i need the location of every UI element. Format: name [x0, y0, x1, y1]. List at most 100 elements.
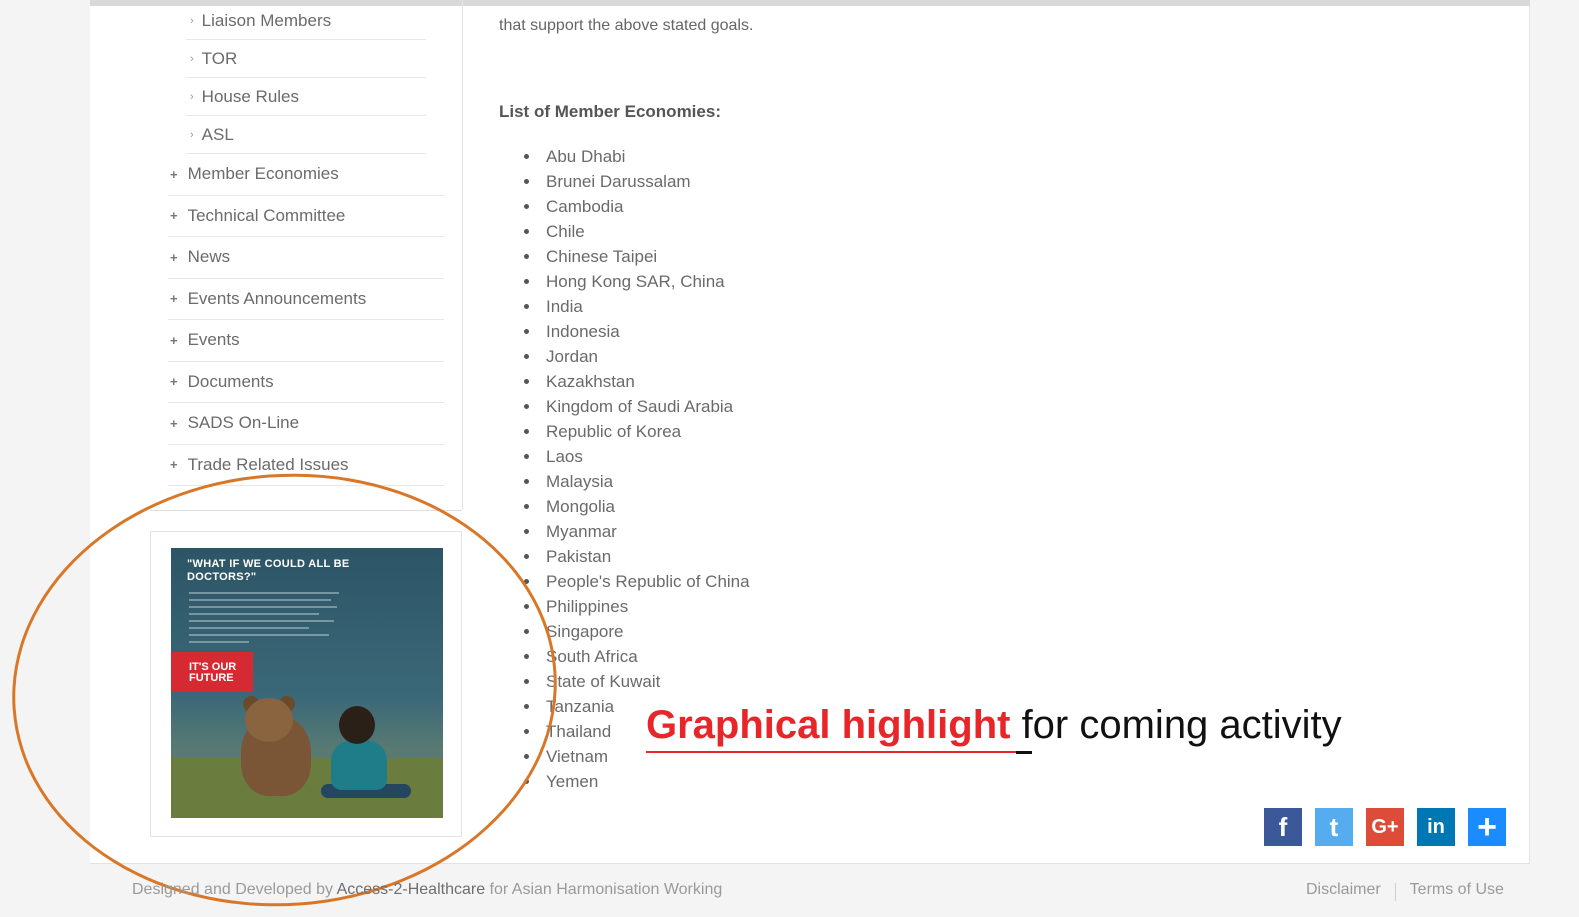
footer-separator — [1394, 883, 1396, 901]
bullet-icon — [524, 229, 529, 234]
bullet-icon — [524, 479, 529, 484]
list-item: People's Republic of China — [524, 569, 750, 594]
annotation-caption: Graphical highlight for coming activity — [646, 703, 1342, 748]
add-share-icon[interactable]: + — [1468, 808, 1506, 846]
economy-name: Laos — [546, 446, 583, 466]
child-illustration — [331, 740, 387, 790]
annotation-highlight: Graphical highlight — [646, 703, 1011, 747]
linkedin-icon[interactable]: in — [1417, 808, 1455, 846]
ad-box: "WHAT IF WE COULD ALL BE DOCTORS?" IT'S … — [150, 531, 462, 837]
twitter-icon[interactable]: t — [1315, 808, 1353, 846]
list-item: Kazakhstan — [524, 369, 750, 394]
economy-name: Republic of Korea — [546, 421, 682, 441]
share-bar: f t G+ in + — [1264, 808, 1519, 846]
list-item: Brunei Darussalam — [524, 169, 750, 194]
economy-name: Thailand — [546, 721, 612, 741]
sidebar-item-events[interactable]: + Events — [168, 320, 444, 362]
ad-badge: IT'S OUR FUTURE — [171, 652, 253, 692]
economy-name: Yemen — [546, 771, 599, 791]
economy-name: Kingdom of Saudi Arabia — [546, 396, 734, 416]
economy-name: People's Republic of China — [546, 571, 750, 591]
list-item: Indonesia — [524, 319, 750, 344]
sidebar-item-label: Documents — [187, 371, 274, 391]
sidebar-subitem-liaison-members[interactable]: › Liaison Members — [186, 2, 426, 40]
plus-icon: + — [170, 166, 178, 182]
footer-credit: Designed and Developed by Access-2-Healt… — [132, 881, 722, 899]
bullet-icon — [524, 179, 529, 184]
annotation-underline — [646, 751, 1031, 753]
sidebar-item-documents[interactable]: + Documents — [168, 362, 444, 403]
footer-prefix: Designed and Developed by — [132, 881, 337, 898]
sidebar-item-label: SADS On-Line — [187, 413, 300, 433]
economy-name: Indonesia — [546, 321, 620, 341]
list-item: Myanmar — [524, 519, 750, 544]
bullet-icon — [524, 154, 529, 159]
chevron-right-icon: › — [190, 14, 194, 27]
list-item: Mongolia — [524, 494, 750, 519]
bullet-icon — [524, 554, 529, 559]
sidebar-item-trade-related-issues[interactable]: + Trade Related Issues — [168, 445, 444, 486]
bullet-icon — [524, 354, 529, 359]
member-list-heading: List of Member Economies: — [499, 102, 721, 121]
bullet-icon — [524, 329, 529, 334]
child-head — [339, 706, 375, 744]
sidebar-subitem-label: TOR — [201, 48, 238, 68]
sidebar-subitem-label: Liaison Members — [201, 10, 332, 30]
sidebar-item-label: Technical Committee — [187, 205, 346, 225]
footer-brand-link[interactable]: Access-2-Healthcare — [337, 881, 486, 898]
terms-of-use-link[interactable]: Terms of Use — [1410, 881, 1504, 901]
plus-icon: + — [170, 208, 178, 224]
list-item: Kingdom of Saudi Arabia — [524, 394, 750, 419]
bullet-icon — [524, 404, 529, 409]
sidebar-item-label: Events Announcements — [187, 288, 367, 308]
facebook-icon[interactable]: f — [1264, 808, 1302, 846]
economy-name: India — [546, 296, 583, 316]
bullet-icon — [524, 604, 529, 609]
list-item: Chinese Taipei — [524, 244, 750, 269]
sidebar-item-sads-online[interactable]: + SADS On-Line — [168, 403, 444, 445]
economy-name: Philippines — [546, 596, 629, 616]
economy-name: Kazakhstan — [546, 371, 635, 391]
sidebar-item-news[interactable]: + News — [168, 237, 444, 279]
list-item: Abu Dhabi — [524, 144, 750, 169]
economy-name: Brunei Darussalam — [546, 171, 691, 191]
ad-body-text-lines — [189, 592, 339, 648]
chevron-right-icon: › — [190, 90, 194, 103]
bullet-icon — [524, 454, 529, 459]
bullet-icon — [524, 204, 529, 209]
google-plus-icon[interactable]: G+ — [1366, 808, 1404, 846]
sidebar-nav: › Liaison Members › TOR › House Rules › … — [150, 2, 462, 486]
intro-text: that support the above stated goals. — [499, 17, 754, 34]
sidebar-subitem-tor[interactable]: › TOR — [186, 40, 426, 78]
economy-name: Chile — [546, 221, 585, 241]
economy-name: Jordan — [546, 346, 598, 366]
economy-name: Vietnam — [546, 746, 609, 766]
sidebar-item-technical-committee[interactable]: + Technical Committee — [168, 196, 444, 237]
bullet-icon — [524, 679, 529, 684]
list-item: Malaysia — [524, 469, 750, 494]
plus-icon: + — [170, 291, 178, 307]
bullet-icon — [524, 629, 529, 634]
chevron-right-icon: › — [190, 128, 194, 141]
list-item: India — [524, 294, 750, 319]
plus-icon: + — [170, 374, 178, 390]
sidebar-subitem-house-rules[interactable]: › House Rules — [186, 78, 426, 116]
economy-name: Hong Kong SAR, China — [546, 271, 725, 291]
bullet-icon — [524, 754, 529, 759]
sidebar-item-events-announcements[interactable]: + Events Announcements — [168, 279, 444, 320]
bullet-icon — [524, 704, 529, 709]
sidebar-item-member-economies[interactable]: + Member Economies — [168, 154, 444, 196]
footer-suffix: for Asian Harmonisation Working — [485, 881, 723, 898]
sidebar-subitem-asl[interactable]: › ASL — [186, 116, 426, 154]
sidebar-subitem-label: ASL — [201, 124, 234, 144]
economy-name: Singapore — [546, 621, 624, 641]
list-item: Republic of Korea — [524, 419, 750, 444]
list-item: Laos — [524, 444, 750, 469]
disclaimer-link[interactable]: Disclaimer — [1306, 881, 1381, 901]
sidebar-item-label: Events — [187, 330, 240, 350]
footer-links: Disclaimer Terms of Use — [1306, 881, 1504, 901]
economy-name: South Africa — [546, 646, 638, 666]
economy-name: Pakistan — [546, 546, 612, 566]
plus-icon: + — [170, 415, 178, 431]
ad-banner-image[interactable]: "WHAT IF WE COULD ALL BE DOCTORS?" IT'S … — [171, 548, 443, 818]
